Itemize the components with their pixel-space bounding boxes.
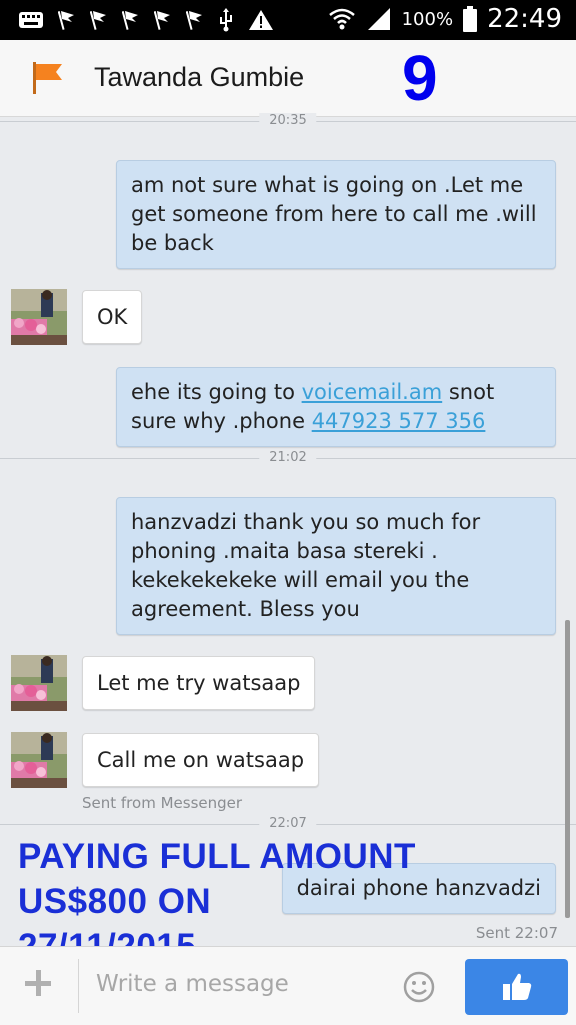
battery-percent: 100% xyxy=(401,8,454,30)
flag-icon[interactable] xyxy=(30,60,64,96)
message-link[interactable]: voicemail.am xyxy=(302,380,443,404)
timestamp-divider: 21:02 xyxy=(0,450,576,465)
scrollbar[interactable] xyxy=(565,620,570,918)
usb-icon xyxy=(220,8,232,32)
conversation-header: Tawanda Gumbie 9 xyxy=(0,40,576,117)
flag-icon xyxy=(186,11,202,30)
message-thread[interactable]: 20:35 am not sure what is going on .Let … xyxy=(0,113,576,946)
timestamp: 21:02 xyxy=(259,450,317,465)
timestamp: 20:35 xyxy=(259,113,317,128)
outgoing-message[interactable]: am not sure what is going on .Let me get… xyxy=(116,160,556,269)
flag-icon xyxy=(122,11,138,30)
contact-name[interactable]: Tawanda Gumbie xyxy=(94,62,304,93)
incoming-message[interactable]: Let me try watsaap xyxy=(82,656,316,710)
timestamp: 22:07 xyxy=(259,816,317,831)
outgoing-message[interactable]: hanzvadzi thank you so much for phoning … xyxy=(116,497,556,635)
notification-icons xyxy=(18,8,274,32)
signal-icon xyxy=(367,8,390,30)
annotation-line: PAYING FULL AMOUNT xyxy=(18,837,416,876)
warning-icon xyxy=(249,10,273,30)
avatar xyxy=(11,732,67,788)
like-button[interactable] xyxy=(465,959,568,1015)
battery-icon xyxy=(463,6,478,32)
status-bar: 100% 22:49 xyxy=(0,0,576,40)
message-composer: Write a message xyxy=(0,946,576,1025)
timestamp-divider: 22:07 xyxy=(0,816,576,831)
message-input[interactable]: Write a message xyxy=(96,971,289,997)
incoming-message[interactable]: Call me on watsaap xyxy=(82,733,320,787)
plus-icon[interactable] xyxy=(22,967,54,999)
avatar xyxy=(11,655,67,711)
flag-icon xyxy=(154,11,170,30)
outgoing-message[interactable]: ehe its going to voicemail.am snot sure … xyxy=(116,367,556,447)
clock: 22:49 xyxy=(487,4,562,34)
annotation-number: 9 xyxy=(402,42,438,114)
wifi-icon xyxy=(328,8,355,30)
system-status: 100% 22:49 xyxy=(328,4,562,34)
message-text: ehe its going to xyxy=(131,380,302,404)
timestamp-divider: 20:35 xyxy=(0,113,576,128)
flag-icon xyxy=(58,11,74,30)
sent-from-note: Sent from Messenger xyxy=(82,794,243,812)
emoji-icon[interactable] xyxy=(403,971,435,1003)
sent-status: Sent 22:07 xyxy=(475,924,558,942)
annotation-line: US$800 ON xyxy=(18,882,212,921)
divider xyxy=(78,959,79,1013)
avatar xyxy=(11,289,67,345)
keyboard-icon xyxy=(19,12,43,28)
phone-link[interactable]: 447923 577 356 xyxy=(312,409,486,433)
flag-icon xyxy=(90,11,106,30)
thumbs-up-icon xyxy=(503,973,532,1000)
incoming-message[interactable]: OK xyxy=(82,290,143,344)
